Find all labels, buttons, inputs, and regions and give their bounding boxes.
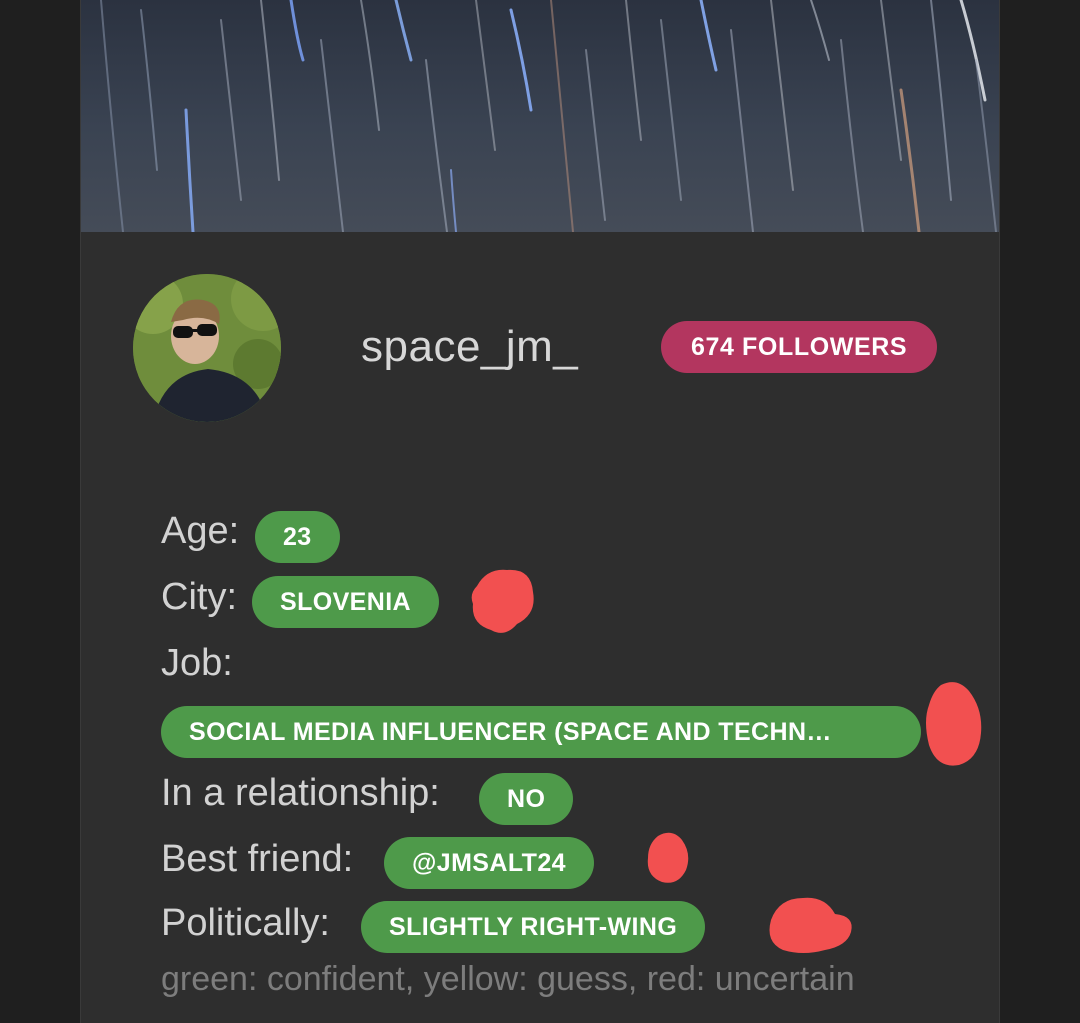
avatar-photo: [133, 274, 281, 422]
red-uncertainty-mark: [471, 569, 534, 633]
red-uncertainty-mark: [647, 832, 689, 883]
confidence-legend: green: confident, yellow: guess, red: un…: [161, 960, 855, 998]
political-chip: SLIGHTLY RIGHT-WING: [361, 901, 706, 953]
red-uncertainty-mark: [926, 682, 982, 766]
avatar[interactable]: [133, 274, 281, 422]
best-friend-label: Best friend:: [161, 838, 354, 880]
job-label: Job:: [161, 642, 233, 684]
age-chip: 23: [255, 511, 340, 563]
best-friend-chip[interactable]: @JMSALT24: [384, 837, 594, 889]
red-uncertainty-mark: [769, 897, 852, 953]
political-label: Politically:: [161, 902, 330, 944]
city-chip: SLOVENIA: [252, 576, 439, 628]
age-label: Age:: [161, 510, 240, 552]
relationship-label: In a relationship:: [161, 772, 440, 814]
profile-card: space_jm_ 674 FOLLOWERS Age: 23 City: SL…: [80, 0, 1000, 1023]
city-label: City:: [161, 576, 237, 618]
followers-badge[interactable]: 674 FOLLOWERS: [661, 321, 938, 373]
banner-image: [81, 0, 999, 232]
star-trails: [100, 0, 997, 232]
job-chip: SOCIAL MEDIA INFLUENCER (SPACE AND TECHN…: [161, 706, 921, 758]
relationship-chip: NO: [479, 773, 574, 825]
username[interactable]: space_jm_: [361, 322, 578, 372]
